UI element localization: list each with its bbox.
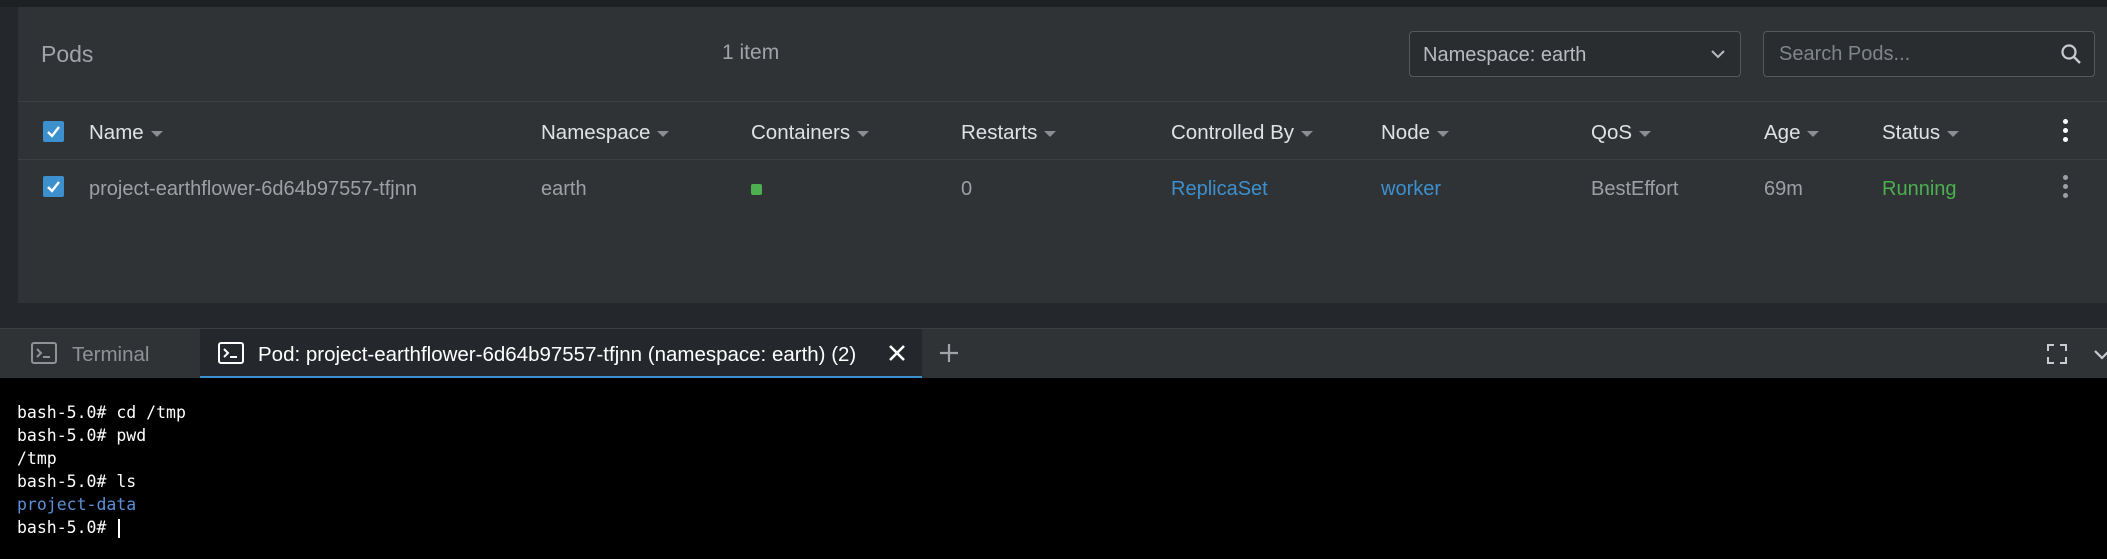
status-badge: Running (1882, 178, 1957, 200)
pod-name: project-earthflower-6d64b97557-tfjnn (89, 178, 417, 200)
namespace-select[interactable]: Namespace: earth (1409, 31, 1741, 77)
fullscreen-icon[interactable] (2046, 343, 2068, 365)
column-header-label: Namespace (541, 121, 651, 144)
search-input[interactable] (1764, 32, 2044, 76)
terminal-line: bash-5.0# ls (17, 472, 137, 491)
column-header-label: Containers (751, 121, 851, 144)
row-checkbox[interactable] (43, 176, 64, 197)
column-header-restarts[interactable]: Restarts (961, 121, 1057, 145)
close-icon[interactable] (886, 342, 908, 364)
terminal-prompt-line: bash-5.0# (17, 516, 2107, 539)
pods-panel: Pods 1 item Namespace: earth Search Pods… (18, 7, 2107, 303)
table-header: Name Namespace Containers Restarts Contr… (18, 103, 2107, 160)
tab-terminal[interactable]: Terminal (0, 329, 200, 378)
sort-caret-icon (1947, 130, 1960, 137)
sort-caret-icon (1301, 130, 1314, 137)
column-header-label: Controlled By (1171, 121, 1295, 144)
check-icon (47, 126, 60, 138)
namespace-select-value: Namespace: earth (1423, 44, 1587, 66)
terminal-line-directory: project-data (17, 495, 137, 514)
top-strip (0, 0, 2107, 7)
column-header-status[interactable]: Status (1882, 121, 1960, 145)
column-header-controlled-by[interactable]: Controlled By (1171, 121, 1314, 145)
terminal-line: bash-5.0# pwd (17, 426, 147, 445)
pod-qos: BestEffort (1591, 178, 1679, 200)
sort-caret-icon (150, 130, 163, 137)
node-link[interactable]: worker (1381, 178, 1441, 201)
sort-caret-icon (1807, 130, 1820, 137)
panel-header: Pods 1 item Namespace: earth (18, 7, 2107, 102)
page-title: Pods (41, 41, 94, 67)
column-header-label: QoS (1591, 121, 1633, 144)
terminal-line: /tmp (17, 449, 57, 468)
check-icon (47, 181, 60, 193)
terminal-line: bash-5.0# cd /tmp (17, 403, 186, 422)
controlled-by-link[interactable]: ReplicaSet (1171, 178, 1268, 201)
column-header-label: Name (89, 121, 144, 144)
container-status-icon (751, 184, 762, 195)
dock-tab-bar: Terminal Pod: project-earthflower-6d64b9… (0, 328, 2107, 378)
chevron-down-icon[interactable] (2093, 343, 2107, 365)
column-header-label: Node (1381, 121, 1431, 144)
plus-icon[interactable] (937, 341, 961, 365)
terminal-icon (218, 342, 244, 364)
column-header-namespace[interactable]: Namespace (541, 121, 670, 145)
pod-age: 69m (1764, 178, 1803, 200)
tab-label: Pod: project-earthflower-6d64b97557-tfjn… (258, 343, 857, 366)
chevron-down-icon (1711, 50, 1725, 59)
search-box (1763, 31, 2095, 77)
terminal-cursor (118, 519, 121, 538)
column-header-label: Status (1882, 121, 1941, 144)
column-header-label: Restarts (961, 121, 1038, 144)
column-header-qos[interactable]: QoS (1591, 121, 1652, 145)
sort-caret-icon (1437, 130, 1450, 137)
tab-pod-shell[interactable]: Pod: project-earthflower-6d64b97557-tfjn… (200, 329, 922, 378)
items-count: 1 item (722, 41, 780, 64)
sort-caret-icon (1639, 130, 1652, 137)
table-row[interactable]: project-earthflower-6d64b97557-tfjnn ear… (18, 161, 2107, 213)
search-icon[interactable] (2060, 43, 2082, 65)
column-header-name[interactable]: Name (89, 121, 163, 145)
row-menu-icon[interactable] (2063, 175, 2069, 199)
sort-caret-icon (1044, 130, 1057, 137)
pods-view: Pods 1 item Namespace: earth Search Pods… (0, 0, 2107, 328)
terminal-output[interactable]: bash-5.0# cd /tmp bash-5.0# pwd /tmp bas… (0, 378, 2107, 559)
select-all-checkbox[interactable] (43, 121, 64, 142)
column-header-node[interactable]: Node (1381, 121, 1450, 145)
column-menu-icon[interactable] (2063, 119, 2069, 143)
sort-caret-icon (857, 130, 870, 137)
column-header-label: Age (1764, 121, 1801, 144)
sort-caret-icon (657, 130, 670, 137)
terminal-prompt: bash-5.0# (17, 518, 117, 537)
tab-label: Terminal (72, 343, 150, 366)
column-header-containers[interactable]: Containers (751, 121, 870, 145)
column-header-age[interactable]: Age (1764, 121, 1820, 145)
terminal-icon (31, 342, 57, 364)
pod-restarts: 0 (961, 178, 973, 200)
pod-namespace: earth (541, 178, 587, 200)
